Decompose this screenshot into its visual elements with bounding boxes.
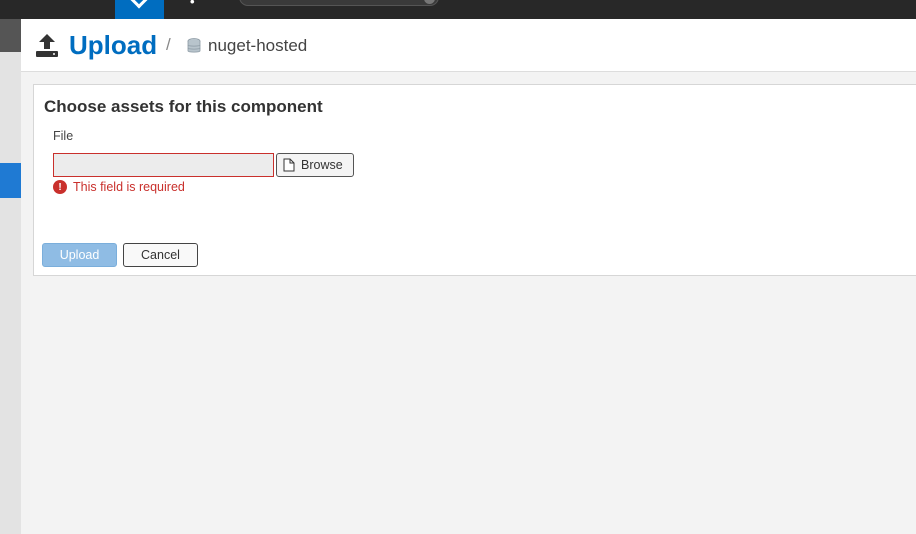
cube-icon — [130, 0, 148, 9]
breadcrumb-separator: / — [166, 35, 171, 54]
cancel-button[interactable]: Cancel — [123, 243, 198, 267]
page-header: Upload / nuget-hosted — [21, 19, 916, 72]
error-message: This field is required — [73, 180, 185, 194]
top-navigation-bar: • — [0, 0, 916, 19]
file-icon — [283, 158, 295, 172]
settings-icon[interactable]: • — [190, 0, 195, 9]
sidebar-selected-item[interactable] — [0, 163, 21, 198]
browse-nav-tab[interactable] — [115, 0, 164, 19]
search-input[interactable] — [239, 0, 439, 6]
browse-button[interactable]: Browse — [276, 153, 354, 177]
file-field-label: File — [53, 129, 74, 143]
clear-search-icon[interactable] — [424, 0, 435, 4]
breadcrumb-repository[interactable]: nuget-hosted — [208, 36, 307, 56]
file-input[interactable] — [53, 153, 274, 177]
panel-title: Choose assets for this component — [44, 97, 323, 116]
browse-button-label: Browse — [301, 158, 343, 172]
sidebar-header — [0, 19, 21, 52]
upload-icon — [36, 34, 58, 57]
upload-button[interactable]: Upload — [42, 243, 117, 267]
page-title: Upload — [69, 30, 158, 60]
left-sidebar — [0, 19, 21, 534]
database-icon — [187, 38, 201, 53]
validation-error: ! This field is required — [53, 180, 185, 194]
exclamation-circle-icon: ! — [53, 180, 67, 194]
upload-form-panel: Choose assets for this component File Br… — [33, 84, 916, 276]
